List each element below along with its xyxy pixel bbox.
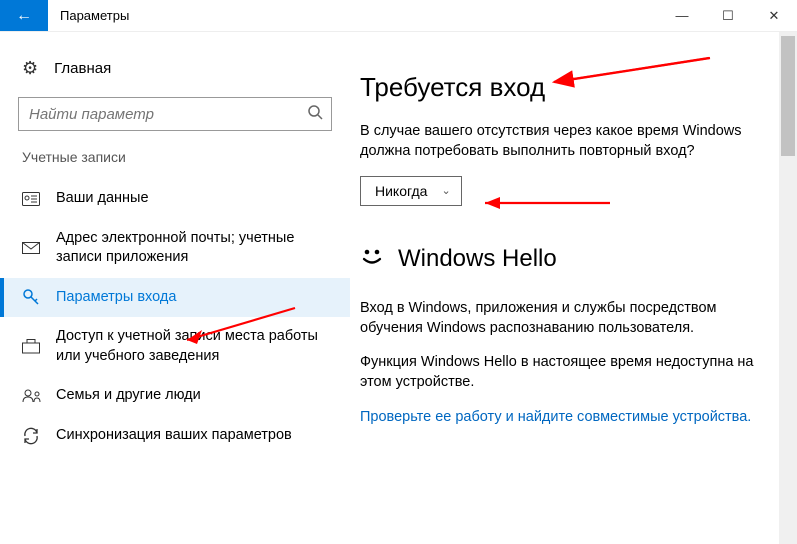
sidebar-item-email[interactable]: Адрес электронной почты; учетные записи …	[0, 219, 350, 278]
sidebar-section-label: Учетные записи	[0, 149, 350, 179]
key-icon	[22, 288, 48, 306]
id-card-icon	[22, 192, 48, 206]
maximize-icon: ☐	[722, 8, 734, 24]
sync-icon	[22, 427, 48, 445]
sidebar-item-work-access[interactable]: Доступ к учетной записи места работы или…	[0, 317, 350, 376]
sidebar-item-label: Адрес электронной почты; учетные записи …	[56, 229, 332, 268]
close-icon: ✕	[769, 8, 780, 24]
sidebar-item-label: Параметры входа	[56, 288, 176, 308]
window-title: Параметры	[48, 0, 141, 31]
search-icon	[307, 104, 323, 125]
signin-heading: Требуется вход	[360, 72, 777, 103]
gear-icon: ⚙	[22, 58, 38, 79]
sidebar-item-sync[interactable]: Синхронизация ваших параметров	[0, 416, 350, 456]
people-icon	[22, 389, 48, 403]
minimize-button[interactable]: —	[659, 0, 705, 31]
close-button[interactable]: ✕	[751, 0, 797, 31]
briefcase-icon	[22, 339, 48, 354]
sidebar-item-label: Семья и другие люди	[56, 386, 201, 406]
hello-para-1: Вход в Windows, приложения и службы поср…	[360, 298, 777, 339]
scrollbar[interactable]	[779, 32, 797, 544]
select-value: Никогда	[375, 183, 427, 199]
sidebar-home[interactable]: ⚙ Главная	[0, 50, 350, 93]
sidebar-item-label: Доступ к учетной записи места работы или…	[56, 327, 332, 366]
arrow-left-icon: ←	[16, 7, 32, 25]
sidebar-item-label: Ваши данные	[56, 189, 149, 209]
chevron-down-icon: ⌄	[441, 184, 450, 197]
hello-compat-link[interactable]: Проверьте ее работу и найдите совместимы…	[360, 409, 751, 425]
smiley-icon	[360, 244, 384, 274]
search-input[interactable]	[27, 105, 307, 124]
sidebar-item-your-info[interactable]: Ваши данные	[0, 179, 350, 219]
hello-heading: Windows Hello	[398, 245, 557, 273]
sidebar-item-label: Синхронизация ваших параметров	[56, 426, 292, 446]
sidebar-item-family[interactable]: Семья и другие люди	[0, 376, 350, 416]
maximize-button[interactable]: ☐	[705, 0, 751, 31]
mail-icon	[22, 242, 48, 254]
sidebar: ⚙ Главная Учетные записи Ваши данные Адр…	[0, 32, 350, 544]
main-panel: Требуется вход В случае вашего отсутстви…	[350, 32, 797, 544]
titlebar: ← Параметры — ☐ ✕	[0, 0, 797, 32]
signin-question: В случае вашего отсутствия через какое в…	[360, 121, 777, 162]
scroll-thumb[interactable]	[781, 36, 795, 156]
home-label: Главная	[54, 60, 111, 77]
sidebar-item-signin-options[interactable]: Параметры входа	[0, 278, 350, 318]
search-box[interactable]	[18, 97, 332, 131]
signin-timeout-select[interactable]: Никогда ⌄	[360, 176, 462, 206]
minimize-icon: —	[676, 8, 689, 23]
back-button[interactable]: ←	[0, 0, 48, 31]
hello-para-2: Функция Windows Hello в настоящее время …	[360, 352, 777, 393]
